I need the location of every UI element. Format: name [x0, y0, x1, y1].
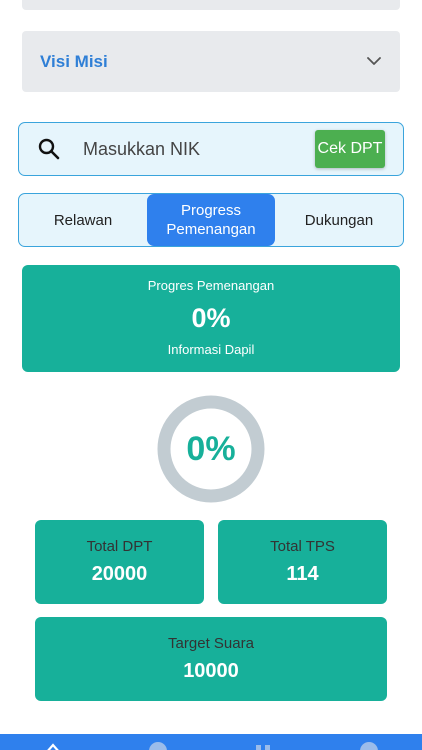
target-suara-label: Target Suara: [168, 635, 254, 652]
total-tps-label: Total TPS: [270, 538, 335, 555]
total-dpt-card: Total DPT 20000: [35, 520, 204, 604]
donut-value: 0%: [186, 429, 236, 468]
visi-misi-accordion[interactable]: Visi Misi: [22, 31, 400, 92]
nik-input[interactable]: [83, 138, 315, 160]
progress-card-subtitle: Informasi Dapil: [167, 342, 255, 357]
profile-icon[interactable]: [360, 742, 378, 750]
total-tps-value: 114: [286, 563, 319, 585]
tab-label-line1: Progress: [180, 202, 242, 219]
target-suara-value: 10000: [183, 660, 239, 682]
tab-dukungan[interactable]: Dukungan: [275, 194, 403, 246]
home-icon[interactable]: [44, 743, 62, 750]
nik-search-bar: Cek DPT: [18, 122, 404, 176]
tab-relawan[interactable]: Relawan: [19, 194, 147, 246]
progress-card-label: Progres Pemenangan: [147, 278, 275, 293]
collapsed-card[interactable]: [22, 0, 400, 10]
search-icon: [37, 137, 61, 161]
total-dpt-label: Total DPT: [86, 538, 153, 555]
cek-dpt-button[interactable]: Cek DPT: [315, 130, 385, 168]
total-dpt-value: 20000: [91, 563, 148, 585]
tab-bar: Relawan Progress Pemenangan Dukungan: [18, 193, 404, 247]
target-suara-card: Target Suara 10000: [35, 617, 387, 701]
tab-label-line2: Pemenangan: [166, 221, 256, 238]
chevron-down-icon[interactable]: [366, 54, 382, 70]
accordion-title: Visi Misi: [40, 51, 108, 71]
nav-item-icon[interactable]: [149, 742, 167, 750]
bottom-nav: [0, 734, 422, 750]
progress-card-value: 0%: [191, 303, 231, 333]
tab-progress-pemenangan[interactable]: Progress Pemenangan: [147, 194, 275, 246]
progress-card: Progres Pemenangan 0% Informasi Dapil: [22, 265, 400, 372]
total-tps-card: Total TPS 114: [218, 520, 387, 604]
grid-icon[interactable]: [254, 743, 272, 750]
